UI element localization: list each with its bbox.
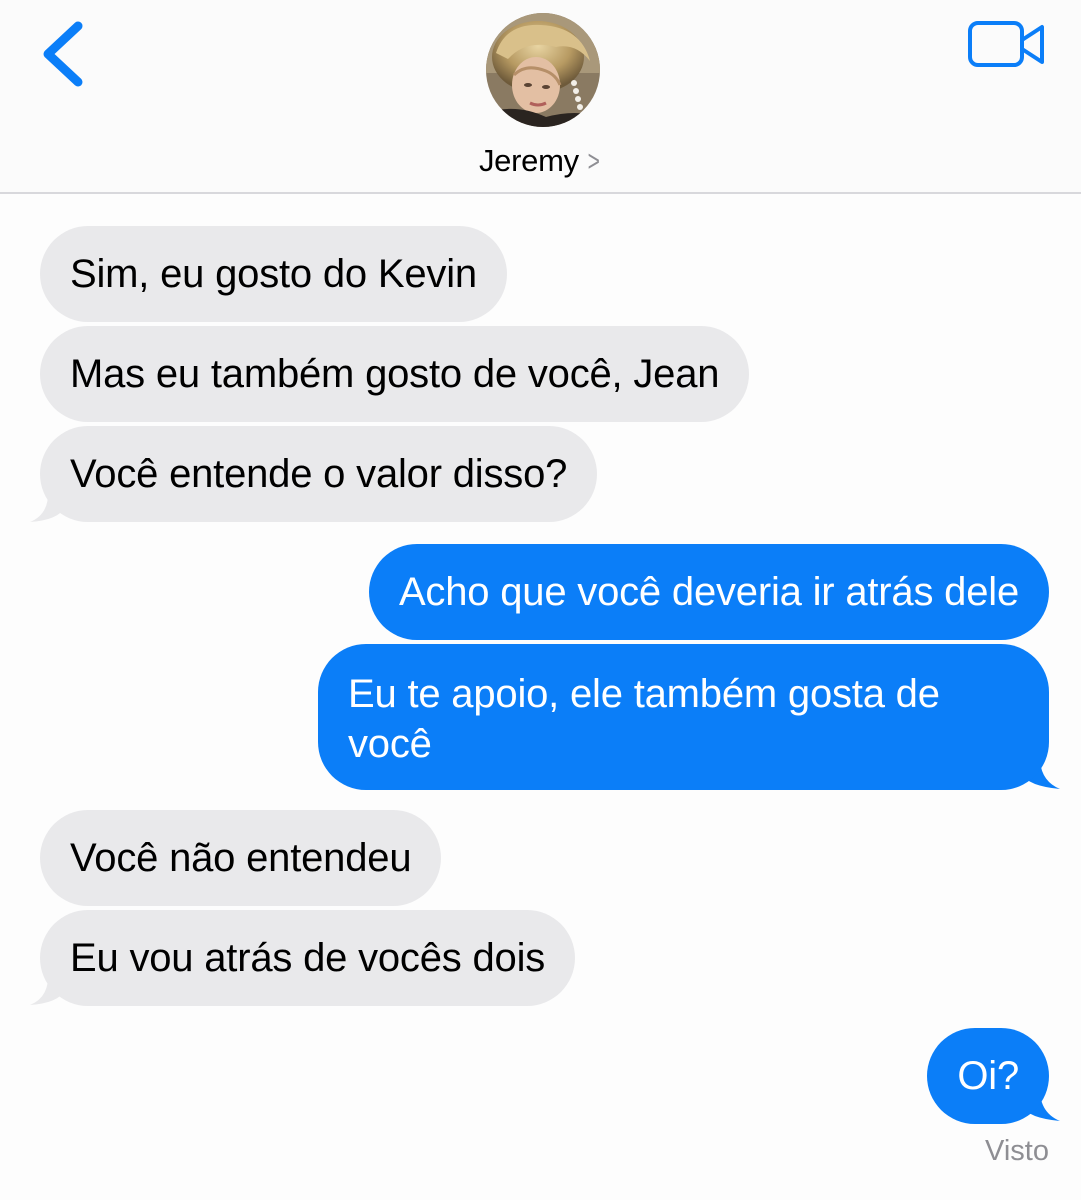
incoming-message[interactable]: Eu vou atrás de vocês dois [40, 910, 576, 1006]
contact-name: Jeremy [478, 143, 579, 178]
incoming-message[interactable]: Mas eu também gosto de você, Jean [40, 326, 750, 422]
chevron-left-icon [43, 21, 83, 87]
outgoing-message[interactable]: Eu te apoio, ele também gosta de você [318, 644, 1049, 790]
incoming-message[interactable]: Você entende o valor disso? [40, 426, 598, 522]
conversation-header: Jeremy > [0, 0, 1081, 194]
outgoing-message[interactable]: Acho que você deveria ir atrás dele [368, 544, 1049, 640]
read-receipt: Visto [985, 1135, 1049, 1167]
incoming-message[interactable]: Você não entendeu [40, 810, 442, 906]
incoming-message[interactable]: Sim, eu gosto do Kevin [40, 226, 507, 322]
back-button[interactable] [30, 14, 100, 94]
video-camera-icon [968, 21, 1044, 67]
video-call-button[interactable] [966, 18, 1048, 72]
chevron-right-icon: > [587, 145, 600, 178]
outgoing-message[interactable]: Oi? [927, 1028, 1049, 1124]
contact-name-button[interactable]: Jeremy > [0, 140, 1081, 183]
contact-avatar[interactable] [486, 13, 600, 127]
